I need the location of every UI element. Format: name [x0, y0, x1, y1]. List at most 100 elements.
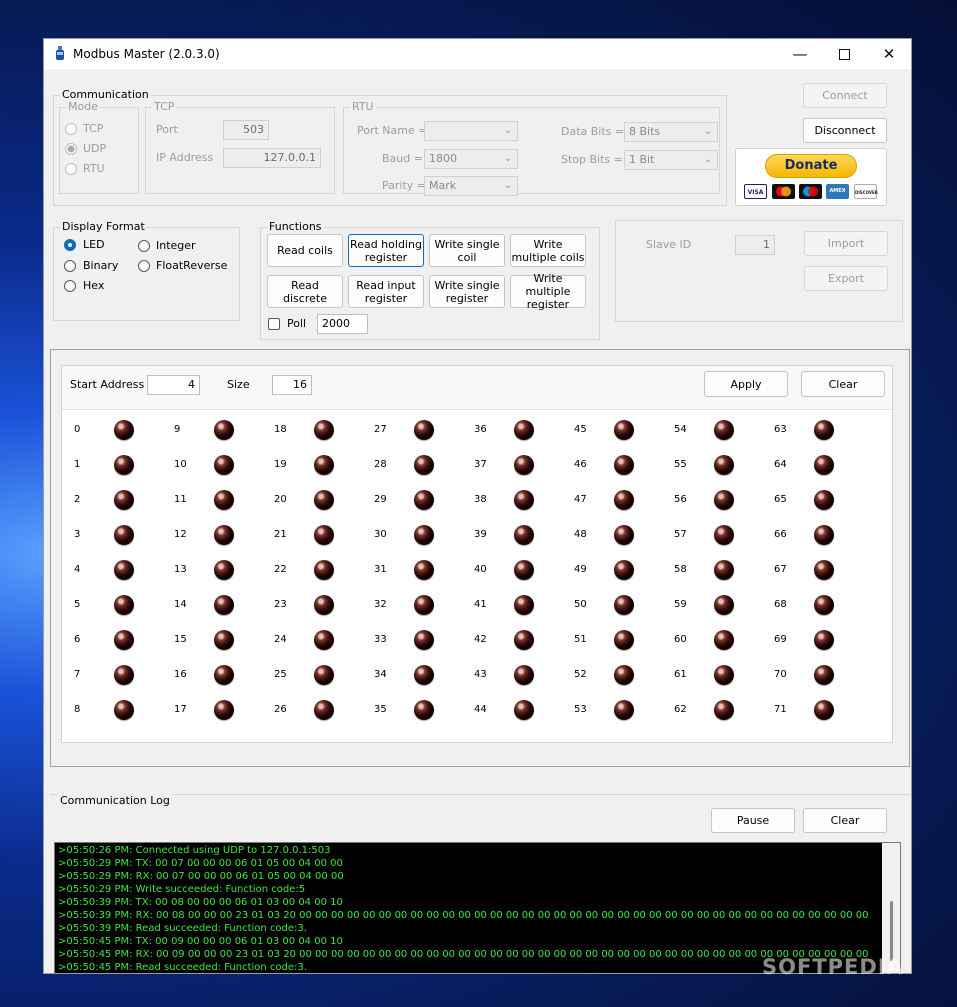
write-single-coil-button[interactable]: Write single coil — [429, 234, 505, 267]
register-led[interactable] — [814, 525, 834, 545]
port-field[interactable]: 503 — [223, 120, 269, 140]
title-bar[interactable]: Modbus Master (2.0.3.0) — ✕ — [44, 39, 911, 69]
register-led[interactable] — [414, 560, 434, 580]
poll-checkbox[interactable] — [268, 318, 280, 330]
log-clear-button[interactable]: Clear — [803, 808, 887, 833]
register-led[interactable] — [714, 700, 734, 720]
register-led[interactable] — [814, 455, 834, 475]
register-led[interactable] — [414, 595, 434, 615]
parity-select[interactable]: Mark ⌄ — [424, 176, 518, 196]
slave-id-field[interactable]: 1 — [735, 235, 775, 255]
grid-clear-button[interactable]: Clear — [801, 371, 885, 397]
apply-button[interactable]: Apply — [704, 371, 788, 397]
register-led[interactable] — [214, 420, 234, 440]
register-led[interactable] — [714, 455, 734, 475]
register-led[interactable] — [514, 700, 534, 720]
maximize-button[interactable] — [821, 39, 867, 69]
register-led[interactable] — [714, 595, 734, 615]
register-led[interactable] — [214, 595, 234, 615]
register-led[interactable] — [514, 490, 534, 510]
port-name-select[interactable]: ⌄ — [424, 121, 518, 141]
register-led[interactable] — [214, 490, 234, 510]
format-floatreverse-radio[interactable] — [138, 260, 150, 272]
import-button[interactable]: Import — [804, 231, 888, 256]
register-led[interactable] — [314, 595, 334, 615]
register-led[interactable] — [614, 665, 634, 685]
log-scrollbar-thumb[interactable] — [890, 901, 893, 961]
register-led[interactable] — [214, 665, 234, 685]
register-led[interactable] — [714, 560, 734, 580]
register-led[interactable] — [714, 420, 734, 440]
write-multiple-register-button[interactable]: Write multiple register — [510, 272, 586, 311]
register-led[interactable] — [714, 525, 734, 545]
close-button[interactable]: ✕ — [866, 39, 911, 69]
size-field[interactable]: 16 — [272, 375, 312, 395]
read-holding-register-button[interactable]: Read holding register — [348, 234, 424, 267]
register-led[interactable] — [314, 560, 334, 580]
disconnect-button[interactable]: Disconnect — [803, 118, 887, 143]
register-led[interactable] — [414, 420, 434, 440]
register-led[interactable] — [814, 490, 834, 510]
register-led[interactable] — [314, 700, 334, 720]
format-binary-radio[interactable] — [64, 260, 76, 272]
register-led[interactable] — [614, 525, 634, 545]
register-led[interactable] — [614, 700, 634, 720]
register-led[interactable] — [514, 525, 534, 545]
stop-bits-select[interactable]: 1 Bit ⌄ — [624, 150, 718, 170]
register-led[interactable] — [814, 630, 834, 650]
register-led[interactable] — [114, 455, 134, 475]
register-led[interactable] — [614, 420, 634, 440]
register-led[interactable] — [514, 560, 534, 580]
mode-udp-radio[interactable] — [65, 143, 77, 155]
register-led[interactable] — [614, 490, 634, 510]
register-led[interactable] — [814, 420, 834, 440]
format-led-radio[interactable] — [64, 239, 76, 251]
register-led[interactable] — [114, 700, 134, 720]
export-button[interactable]: Export — [804, 266, 888, 291]
register-led[interactable] — [614, 595, 634, 615]
pause-button[interactable]: Pause — [711, 808, 795, 833]
register-led[interactable] — [114, 630, 134, 650]
register-led[interactable] — [414, 665, 434, 685]
register-led[interactable] — [214, 700, 234, 720]
register-led[interactable] — [814, 700, 834, 720]
mode-tcp-radio[interactable] — [65, 123, 77, 135]
register-led[interactable] — [114, 490, 134, 510]
mode-rtu-radio[interactable] — [65, 163, 77, 175]
connect-button[interactable]: Connect — [803, 83, 887, 108]
register-led[interactable] — [214, 455, 234, 475]
format-integer-radio[interactable] — [138, 240, 150, 252]
register-led[interactable] — [614, 455, 634, 475]
register-led[interactable] — [314, 525, 334, 545]
minimize-button[interactable]: — — [777, 39, 823, 69]
register-led[interactable] — [314, 420, 334, 440]
write-single-register-button[interactable]: Write single register — [429, 275, 505, 308]
register-led[interactable] — [514, 420, 534, 440]
register-led[interactable] — [114, 595, 134, 615]
register-led[interactable] — [114, 560, 134, 580]
register-led[interactable] — [714, 490, 734, 510]
register-led[interactable] — [414, 630, 434, 650]
register-led[interactable] — [514, 630, 534, 650]
register-led[interactable] — [314, 665, 334, 685]
register-led[interactable] — [614, 560, 634, 580]
baud-select[interactable]: 1800 ⌄ — [424, 149, 518, 169]
read-discrete-button[interactable]: Read discrete — [267, 275, 343, 308]
register-led[interactable] — [714, 630, 734, 650]
write-multiple-coils-button[interactable]: Write multiple coils — [510, 234, 586, 267]
data-bits-select[interactable]: 8 Bits ⌄ — [624, 122, 718, 142]
register-led[interactable] — [814, 595, 834, 615]
register-led[interactable] — [114, 420, 134, 440]
register-led[interactable] — [714, 665, 734, 685]
register-led[interactable] — [314, 630, 334, 650]
poll-interval-field[interactable]: 2000 — [317, 314, 368, 334]
register-led[interactable] — [414, 455, 434, 475]
register-led[interactable] — [314, 455, 334, 475]
register-led[interactable] — [214, 630, 234, 650]
register-led[interactable] — [814, 665, 834, 685]
register-led[interactable] — [414, 490, 434, 510]
register-led[interactable] — [214, 525, 234, 545]
register-led[interactable] — [414, 525, 434, 545]
ip-address-field[interactable]: 127.0.0.1 — [223, 148, 321, 168]
start-address-field[interactable]: 4 — [147, 375, 200, 395]
